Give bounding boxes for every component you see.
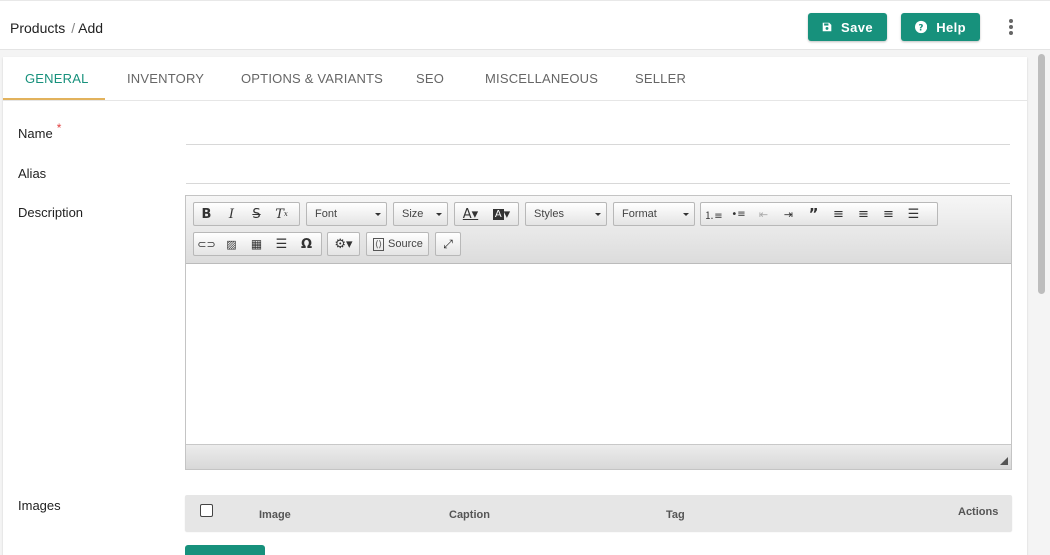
basic-styles-group: B I S Tx	[193, 202, 300, 226]
breadcrumb-products[interactable]: Products	[10, 20, 65, 36]
tab-general[interactable]: GENERAL	[25, 71, 89, 86]
align-left-icon[interactable]: ≡	[826, 203, 851, 225]
align-right-icon[interactable]: ≡	[876, 203, 901, 225]
breadcrumb: Products / Add	[10, 20, 103, 36]
link-icon[interactable]: ⊂⊃	[194, 233, 219, 255]
help-icon: ?	[915, 20, 928, 33]
save-label: Save	[841, 19, 873, 35]
help-button[interactable]: ? Help	[901, 13, 980, 41]
add-image-button[interactable]	[185, 545, 265, 555]
tab-miscellaneous[interactable]: MISCELLANEOUS	[485, 71, 598, 86]
help-label: Help	[936, 19, 966, 35]
size-select[interactable]: Size	[393, 202, 448, 226]
page-header: Products / Add Save ? Help	[0, 0, 1050, 50]
strike-icon[interactable]: S	[244, 203, 269, 225]
outdent-icon[interactable]: ⇤	[751, 203, 776, 225]
col-tag: Tag	[666, 509, 685, 521]
more-options-icon[interactable]	[1003, 17, 1019, 37]
bulleted-list-icon[interactable]: •≡	[726, 203, 751, 225]
bg-color-icon[interactable]: A ▾	[486, 203, 517, 225]
select-all-checkbox[interactable]	[200, 504, 213, 517]
font-select[interactable]: Font	[306, 202, 387, 226]
text-color-icon[interactable]: A▾	[455, 203, 486, 225]
image-icon[interactable]: ▨	[219, 233, 244, 255]
images-label: Images	[18, 498, 61, 513]
active-tab-indicator	[3, 98, 105, 100]
horizontal-rule-icon[interactable]: ☰	[269, 233, 294, 255]
align-center-icon[interactable]: ≡	[851, 203, 876, 225]
editor-footer	[186, 444, 1011, 469]
settings-icon[interactable]: ⚙▾	[327, 232, 360, 256]
insert-group: ⊂⊃ ▨ ▦ ☰ Ω	[193, 232, 322, 256]
special-char-icon[interactable]: Ω	[294, 233, 319, 255]
tab-options-variants[interactable]: OPTIONS & VARIANTS	[241, 71, 383, 86]
italic-icon[interactable]: I	[219, 203, 244, 225]
tab-seller[interactable]: SELLER	[635, 71, 686, 86]
alias-label: Alias	[18, 166, 47, 181]
save-button[interactable]: Save	[808, 13, 887, 41]
description-editor: B I S Tx Font Size A▾ A ▾ Styles Format ⒈…	[185, 195, 1012, 470]
col-actions: Actions	[958, 506, 999, 518]
resize-handle-icon[interactable]	[1000, 457, 1008, 465]
paragraph-group: ⒈≡ •≡ ⇤ ⇥ ” ≡ ≡ ≡ ☰	[700, 202, 938, 226]
alias-input[interactable]	[186, 183, 1010, 184]
description-label: Description	[18, 205, 84, 220]
indent-icon[interactable]: ⇥	[776, 203, 801, 225]
images-table-header: Image Caption Tag Actions	[185, 495, 1012, 531]
col-caption: Caption	[449, 509, 490, 521]
bold-icon[interactable]: B	[194, 203, 219, 225]
styles-select[interactable]: Styles	[525, 202, 607, 226]
numbered-list-icon[interactable]: ⒈≡	[701, 203, 726, 225]
tab-bar: GENERAL INVENTORY OPTIONS & VARIANTS SEO…	[3, 57, 1027, 101]
tab-inventory[interactable]: INVENTORY	[127, 71, 204, 86]
page-scrollbar[interactable]	[1034, 50, 1048, 555]
editor-toolbar: B I S Tx Font Size A▾ A ▾ Styles Format ⒈…	[186, 196, 1011, 264]
product-form-card: GENERAL INVENTORY OPTIONS & VARIANTS SEO…	[3, 57, 1027, 555]
source-button[interactable]: ⟨⟩ Source	[366, 232, 429, 256]
name-label: Name *	[18, 121, 62, 141]
scrollbar-thumb[interactable]	[1038, 54, 1045, 294]
remove-format-icon[interactable]: Tx	[269, 203, 294, 225]
required-asterisk: *	[56, 121, 62, 135]
breadcrumb-separator: /	[71, 20, 76, 36]
maximize-icon[interactable]: ⤢	[435, 232, 461, 256]
justify-icon[interactable]: ☰	[901, 203, 926, 225]
editor-content-area[interactable]	[186, 264, 1011, 444]
table-icon[interactable]: ▦	[244, 233, 269, 255]
breadcrumb-current: Add	[78, 20, 104, 36]
col-image: Image	[259, 509, 291, 521]
format-select[interactable]: Format	[613, 202, 695, 226]
svg-text:?: ?	[918, 23, 923, 33]
blockquote-icon[interactable]: ”	[801, 203, 826, 225]
source-icon: ⟨⟩	[373, 237, 385, 251]
tab-seo[interactable]: SEO	[416, 71, 444, 86]
color-group: A▾ A ▾	[454, 202, 519, 226]
save-icon	[822, 22, 832, 32]
name-input[interactable]	[186, 144, 1010, 145]
